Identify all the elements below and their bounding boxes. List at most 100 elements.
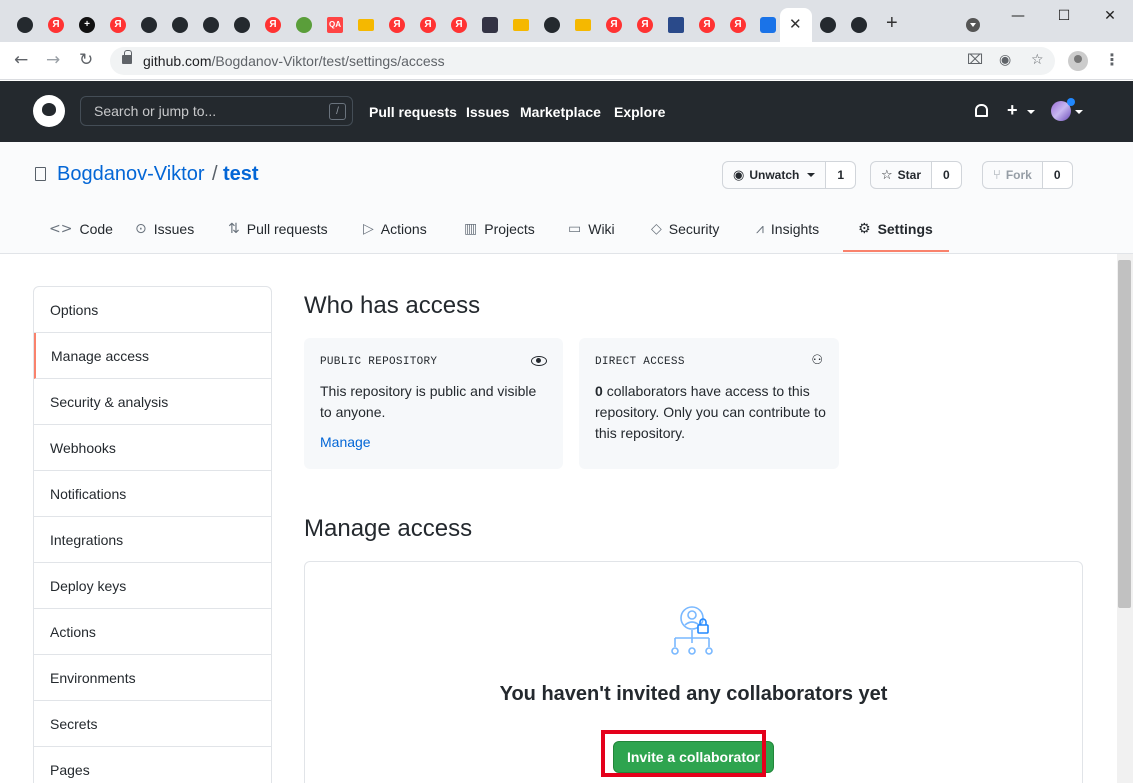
fork-label: Fork [1005,168,1032,182]
manage-link[interactable]: Manage [320,434,371,450]
tab-label: Issues [153,221,195,237]
bookmark-star-icon[interactable]: ☆ [1031,51,1044,68]
forward-icon[interactable]: → [46,50,60,70]
github-icon[interactable] [17,17,33,33]
maximize-icon[interactable]: ☐ [1041,8,1087,24]
translate-icon[interactable]: ⌧ [967,51,983,68]
sidebar-item-options[interactable]: Options [34,287,271,333]
nav-marketplace[interactable]: Marketplace [520,104,601,120]
collaborator-lock-icon [671,606,713,655]
back-icon[interactable]: ← [14,50,28,70]
mail-icon[interactable] [513,19,529,31]
tab-wiki[interactable]: ▭ Wiki [568,221,615,237]
tab-search-icon[interactable] [966,18,980,32]
close-tab-icon[interactable]: ✕ [789,15,802,33]
yandex-icon[interactable]: Я [451,17,467,33]
chevron-down-icon[interactable] [1075,110,1083,114]
github-icon[interactable] [141,17,157,33]
pull-request-icon: ⇅ [228,221,240,237]
star-button[interactable]: ☆ Star [870,161,932,189]
yandex-icon[interactable]: Я [420,17,436,33]
unwatch-button[interactable]: ◉ Unwatch [722,161,827,189]
github-icon[interactable] [172,17,188,33]
browser-menu-icon[interactable]: ⋮ [1104,50,1120,70]
search-box[interactable]: / [80,96,353,126]
sidebar-item-pages[interactable]: Pages [34,747,271,783]
tab-pull-requests[interactable]: ⇅ Pull requests [228,221,328,237]
fork-button[interactable]: ⑂ Fork [982,161,1043,189]
star-count[interactable]: 0 [932,161,962,189]
fork-count[interactable]: 0 [1042,161,1073,189]
nav-issues[interactable]: Issues [466,104,510,120]
repo-name-link[interactable]: test [223,163,259,186]
yandex-icon[interactable]: Я [265,17,281,33]
github-icon[interactable] [544,17,560,33]
tab-code[interactable]: <> Code [49,221,113,237]
github-icon[interactable] [851,17,867,33]
url-text[interactable]: github.com/Bogdanov-Viktor/test/settings… [143,53,445,69]
yandex-icon[interactable]: Я [637,17,653,33]
search-shortcut-key: / [329,103,346,120]
profile-avatar[interactable] [1068,51,1088,71]
tab-issues[interactable]: ⊙ Issues [135,221,194,237]
lock-icon[interactable] [122,50,132,64]
yandex-icon[interactable]: Я [699,17,715,33]
search-input[interactable] [81,97,352,125]
tab-settings[interactable]: ⚙ Settings [858,221,933,237]
github-icon[interactable] [234,17,250,33]
plus-icon[interactable]: + [79,17,95,33]
yandex-icon[interactable]: Я [110,17,126,33]
tab-projects[interactable]: ▥ Projects [464,221,535,237]
mail-icon[interactable] [575,19,591,31]
scrollbar-thumb[interactable] [1118,260,1131,608]
sidebar-item-notifications[interactable]: Notifications [34,471,271,517]
sidebar-item-environments[interactable]: Environments [34,655,271,701]
sidebar-item-webhooks[interactable]: Webhooks [34,425,271,471]
project-icon: ▥ [464,221,478,237]
yandex-icon[interactable]: Я [48,17,64,33]
tab-label: Wiki [588,221,615,237]
document-icon[interactable] [668,17,684,33]
chevron-down-icon[interactable] [1027,110,1035,114]
eye-icon[interactable]: ◉ [999,51,1011,68]
create-new-icon[interactable]: + [1007,100,1018,121]
star-button-group: ☆ Star 0 [870,161,962,189]
tab-label: Insights [770,221,820,237]
yandex-icon[interactable]: Я [389,17,405,33]
tab-insights[interactable]: ⩘ Insights [756,221,819,237]
tab-actions[interactable]: ▷ Actions [363,221,427,237]
minimize-icon[interactable]: — [995,8,1041,24]
sidebar-item-actions[interactable]: Actions [34,609,271,655]
chat-icon[interactable] [760,17,776,33]
nav-explore[interactable]: Explore [614,104,665,120]
sidebar-item-manage-access[interactable]: Manage access [34,333,271,379]
mail-icon[interactable] [358,19,374,31]
address-bar[interactable]: github.com/Bogdanov-Viktor/test/settings… [110,47,1055,75]
reload-icon[interactable]: ↻ [79,50,93,70]
card-label: DIRECT ACCESS [595,356,685,368]
tab-label: Pull requests [246,221,328,237]
github-icon[interactable] [820,17,836,33]
close-window-icon[interactable]: ✕ [1087,8,1133,24]
repo-owner-link[interactable]: Bogdanov-Viktor [57,163,205,186]
sidebar-item-security-analysis[interactable]: Security & analysis [34,379,271,425]
card-text: 0 collaborators have access to this repo… [595,381,827,444]
tab-label: Security [668,221,720,237]
github-icon[interactable] [203,17,219,33]
app-icon[interactable] [482,17,498,33]
qa-icon[interactable]: QA [327,17,343,33]
tab-security[interactable]: ◇ Security [651,221,719,237]
sidebar-item-integrations[interactable]: Integrations [34,517,271,563]
globe-icon[interactable] [296,17,312,33]
bell-icon[interactable] [975,104,988,117]
sidebar-item-deploy-keys[interactable]: Deploy keys [34,563,271,609]
github-logo-icon[interactable] [33,95,65,127]
status-dot [1067,98,1075,106]
sidebar-item-secrets[interactable]: Secrets [34,701,271,747]
yandex-icon[interactable]: Я [730,17,746,33]
new-tab-button[interactable]: + [886,12,898,35]
star-icon: ☆ [881,167,893,183]
watch-count[interactable]: 1 [826,161,857,189]
yandex-icon[interactable]: Я [606,17,622,33]
nav-pull-requests[interactable]: Pull requests [369,104,457,120]
